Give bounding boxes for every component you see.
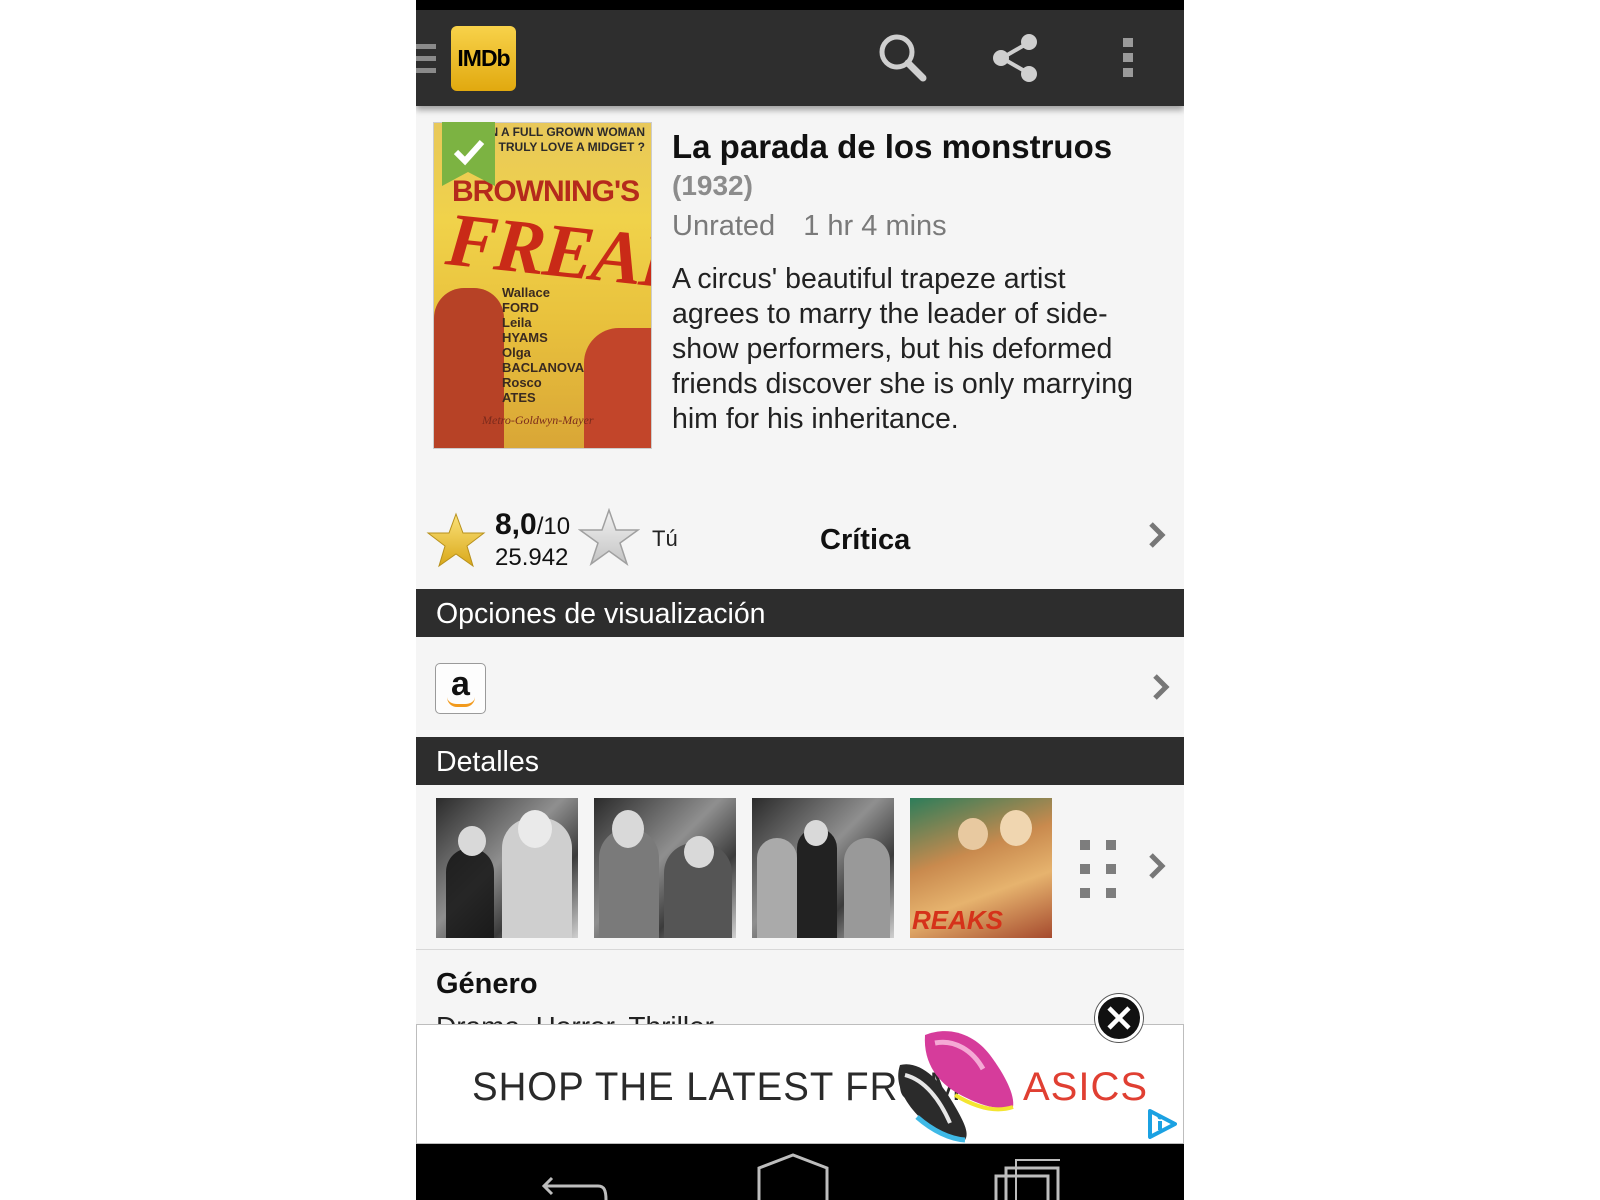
genre-label: Género [436, 968, 538, 1000]
user-rating-star-icon[interactable] [577, 507, 641, 566]
movie-plot: A circus' beautiful trapeze artist agree… [672, 263, 1133, 435]
status-bar [416, 0, 1184, 10]
movie-meta: Unrated 1 hr 4 mins [672, 210, 947, 243]
poster-studio: Metro-Goldwyn-Mayer [482, 413, 594, 427]
rating-out-of: /10 [536, 513, 571, 540]
ad-banner[interactable]: SHOP THE LATEST FROM ASICS [416, 1024, 1184, 1144]
section-header-viewing-options: Opciones de visualización [416, 589, 1184, 637]
poster-cast-name: BACLANOVA [502, 360, 585, 375]
chevron-right-icon[interactable] [1150, 672, 1172, 702]
action-bar: IMDb [416, 10, 1184, 106]
ad-text: SHOP THE LATEST FROM [472, 1065, 963, 1109]
rating-row[interactable]: 8,0/10 25.942 Tú Crítica [416, 494, 1184, 574]
runtime: 1 hr 4 mins [803, 210, 947, 242]
poster-cast: Wallace FORD Leila HYAMS Olga BACLANOVA … [502, 285, 584, 405]
user-rating-label[interactable]: Tú [652, 526, 678, 552]
back-icon[interactable] [540, 1174, 608, 1200]
section-header-details: Detalles [416, 737, 1184, 785]
viewing-option-amazon[interactable]: a [416, 637, 1184, 737]
share-icon[interactable] [988, 30, 1044, 86]
recents-icon[interactable] [992, 1158, 1062, 1200]
photo-strip: REAKS [416, 785, 1184, 950]
amazon-smile-icon [447, 697, 475, 707]
photo-caption: REAKS [912, 905, 1004, 935]
chevron-right-icon[interactable] [1146, 851, 1168, 881]
photo-thumbnail[interactable] [594, 798, 736, 938]
drawer-icon[interactable] [416, 44, 436, 74]
rating-count: 25.942 [495, 544, 569, 571]
ad-brand: ASICS [1023, 1065, 1149, 1109]
photo-thumbnail[interactable] [752, 798, 894, 938]
imdb-logo[interactable]: IMDb [451, 26, 516, 91]
genre-values[interactable]: Drama, Horror, Thriller [436, 1010, 714, 1024]
movie-year: (1932) [672, 170, 753, 201]
poster-cast-name: HYAMS [502, 330, 548, 345]
rating-star-icon [426, 512, 486, 568]
movie-title: La parada de los monstruos [672, 128, 1113, 165]
poster-cast-name: Olga [502, 345, 531, 360]
poster-figure-right [584, 328, 651, 448]
photo-thumbnail[interactable] [436, 798, 578, 938]
grid-dots-icon[interactable] [1080, 840, 1118, 898]
ad-shoe-image [895, 1025, 1025, 1143]
adchoices-icon[interactable] [1147, 1109, 1177, 1139]
watchlist-ribbon-icon[interactable] [442, 122, 495, 186]
app-screen: IMDb CAN A FULL GROWN WOMAN TRULY LOVE A… [416, 0, 1184, 1200]
home-icon[interactable] [756, 1152, 830, 1200]
search-icon[interactable] [875, 30, 931, 86]
critic-reviews-label[interactable]: Crítica [820, 524, 910, 557]
poster-cast-name: Wallace [502, 285, 550, 300]
poster-cast-name: ATES [502, 390, 536, 405]
rating-number: 8,0 [495, 508, 537, 541]
certificate: Unrated [672, 210, 776, 242]
genre-values-text: Drama, Horror, Thriller [436, 1011, 714, 1024]
poster-cast-name: FORD [502, 300, 539, 315]
chevron-right-icon[interactable] [1146, 520, 1168, 550]
navigation-bar [416, 1144, 1184, 1200]
photo-thumbnail[interactable]: REAKS [910, 798, 1052, 938]
ad-close-button[interactable] [1095, 994, 1143, 1042]
amazon-icon[interactable]: a [435, 663, 486, 714]
close-icon [1107, 1006, 1131, 1030]
rating-value: 8,0/10 [495, 508, 570, 542]
poster-cast-name: Leila [502, 315, 532, 330]
poster-cast-name: Rosco [502, 375, 542, 390]
overflow-menu-icon[interactable] [1100, 30, 1156, 86]
